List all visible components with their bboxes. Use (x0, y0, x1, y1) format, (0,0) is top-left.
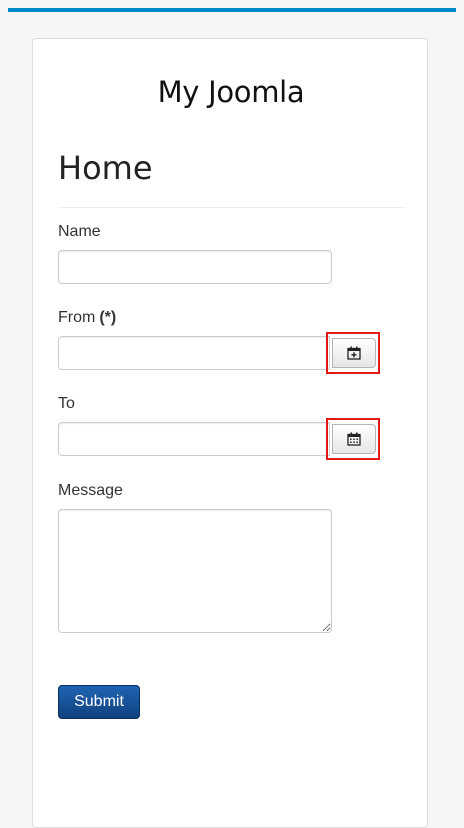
to-calendar-button[interactable] (332, 424, 376, 454)
message-textarea[interactable] (58, 509, 332, 633)
from-date-input[interactable] (58, 336, 330, 370)
required-mark: (*) (99, 309, 117, 326)
to-label: To (58, 395, 75, 412)
from-label-text: From (58, 309, 96, 326)
calendar-icon (347, 432, 361, 446)
name-input[interactable] (58, 250, 332, 284)
content-card: My Joomla Home Name From (*) To Message … (32, 38, 428, 828)
title-divider (58, 207, 406, 208)
name-label: Name (58, 223, 101, 240)
submit-button[interactable]: Submit (58, 685, 140, 719)
from-calendar-button[interactable] (332, 338, 376, 368)
message-label: Message (58, 482, 123, 499)
to-calendar-highlight (326, 418, 380, 460)
page-title: Home (58, 149, 153, 187)
from-calendar-highlight (326, 332, 380, 374)
to-date-input[interactable] (58, 422, 330, 456)
calendar-plus-icon (347, 346, 361, 360)
from-label: From (*) (58, 309, 116, 327)
site-title: My Joomla (157, 75, 305, 109)
